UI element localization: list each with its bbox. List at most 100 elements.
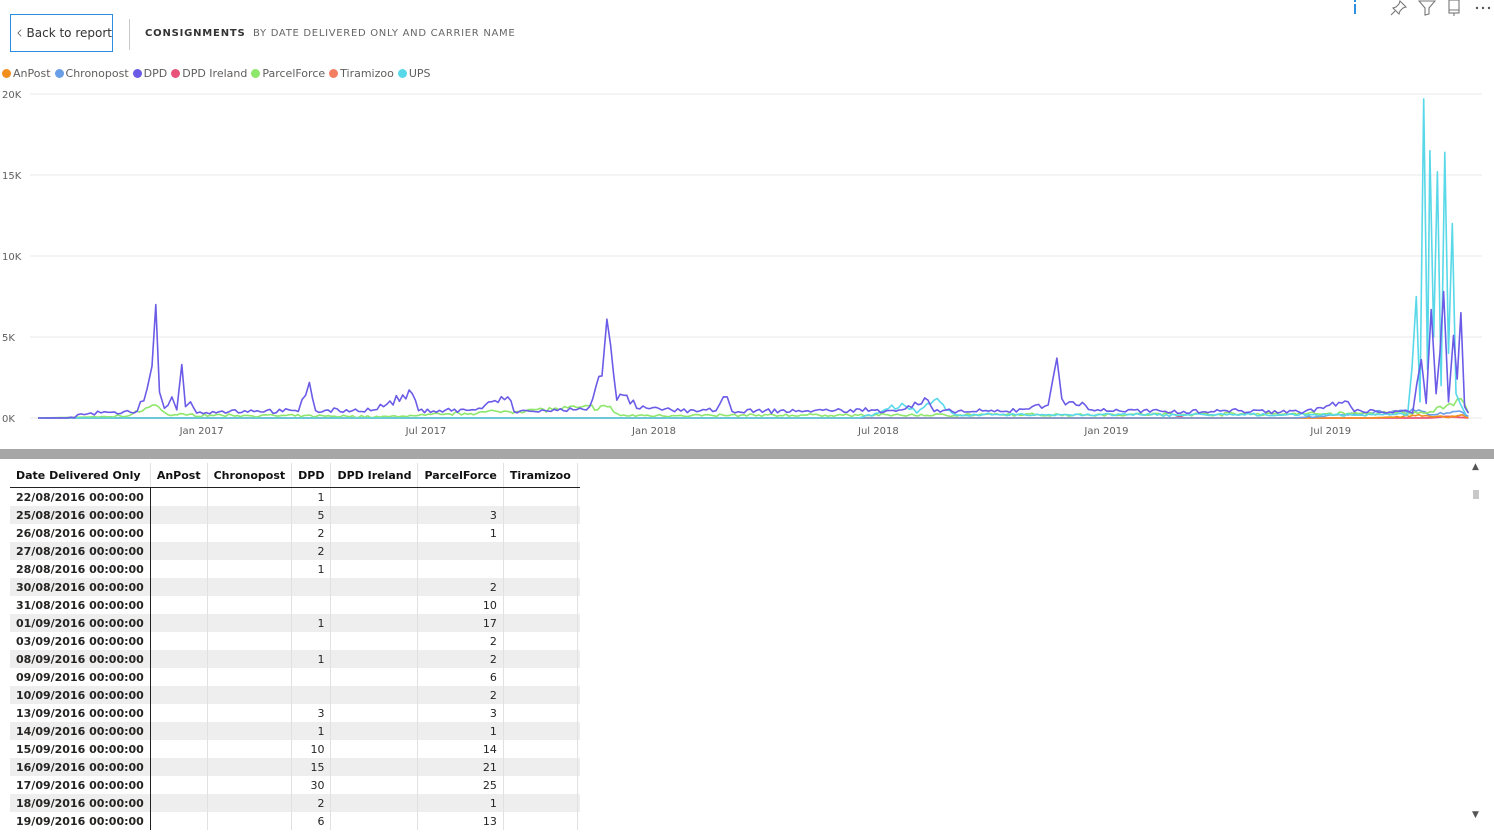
back-to-report-label: Back to report xyxy=(26,26,112,40)
value-cell: 1 xyxy=(291,722,332,740)
x-tick-label: Jul 2019 xyxy=(1309,426,1351,437)
value-cell xyxy=(330,487,419,506)
legend-item-dpd-ireland[interactable]: DPD Ireland xyxy=(171,67,247,80)
value-cell xyxy=(577,560,580,578)
value-cell xyxy=(330,758,419,776)
value-cell xyxy=(150,758,208,776)
value-cell xyxy=(330,812,419,830)
legend-marker xyxy=(2,68,11,78)
value-cell xyxy=(417,487,504,506)
column-header[interactable]: ParcelForce xyxy=(417,463,504,488)
value-cell xyxy=(503,722,578,740)
legend-item-dpd[interactable]: DPD xyxy=(132,67,167,80)
value-cell: 21 xyxy=(417,758,504,776)
value-cell xyxy=(503,812,578,830)
scroll-up-icon[interactable]: ▲ xyxy=(1472,463,1479,472)
column-header[interactable]: UPS xyxy=(577,463,580,488)
table-row: 14/09/2016 00:00:00 1 1 xyxy=(10,722,580,740)
series-line-ups[interactable] xyxy=(38,98,1467,419)
value-cell xyxy=(291,686,332,704)
legend-item-chronopost[interactable]: Chronopost xyxy=(54,66,129,80)
date-cell: 27/08/2016 00:00:00 xyxy=(10,542,151,560)
scroll-down-icon[interactable]: ▼ xyxy=(1472,811,1479,820)
column-header[interactable]: Chronopost xyxy=(207,463,293,488)
column-header[interactable]: Tiramizoo xyxy=(503,463,578,488)
visual-title: CONSIGNMENTS xyxy=(145,28,246,39)
table-scrollbar[interactable]: ▲ ▼ xyxy=(1470,463,1482,829)
value-cell xyxy=(207,506,293,524)
value-cell xyxy=(207,776,293,794)
value-cell xyxy=(577,722,580,740)
more-options-icon[interactable] xyxy=(1474,0,1492,16)
value-cell xyxy=(577,776,580,794)
value-cell xyxy=(330,524,419,542)
legend-item-tiramizoo[interactable]: Tiramizoo xyxy=(329,67,394,80)
y-tick-label: 5K xyxy=(2,333,15,344)
column-header[interactable]: DPD Ireland xyxy=(330,463,419,488)
value-cell xyxy=(577,578,580,596)
visual-subtitle: BY DATE DELIVERED ONLY AND CARRIER NAME xyxy=(253,28,516,39)
scroll-thumb[interactable] xyxy=(1473,490,1479,499)
value-cell xyxy=(150,524,208,542)
value-cell xyxy=(330,704,419,722)
value-cell: 1 xyxy=(291,650,332,668)
value-cell xyxy=(207,668,293,686)
x-axis: Jan 2017 Jul 2017 Jan 2018 Jul 2018 Jan 2019… xyxy=(179,426,1352,437)
value-cell: 30 xyxy=(291,776,332,794)
value-cell: 2 xyxy=(417,650,504,668)
legend-item-ups[interactable]: UPS xyxy=(397,67,431,80)
value-cell: 2 xyxy=(417,632,504,650)
value-cell: 5 xyxy=(291,506,332,524)
column-header[interactable]: DPD xyxy=(291,463,332,488)
value-cell: 13 xyxy=(417,812,504,830)
focus-mode-icon[interactable] xyxy=(1446,0,1464,16)
value-cell: 3 xyxy=(291,704,332,722)
value-cell: 25 xyxy=(417,776,504,794)
value-cell xyxy=(207,578,293,596)
back-to-report-button[interactable]: Back to report xyxy=(10,14,113,52)
date-cell: 16/09/2016 00:00:00 xyxy=(10,758,151,776)
info-icon[interactable] xyxy=(1346,0,1364,16)
legend-item-parcelforce[interactable]: ParcelForce xyxy=(251,67,325,80)
value-cell xyxy=(577,596,580,614)
value-cell xyxy=(291,632,332,650)
value-cell xyxy=(291,668,332,686)
date-cell: 28/08/2016 00:00:00 xyxy=(10,560,151,578)
legend-label: DPD Ireland xyxy=(182,66,248,80)
value-cell: 2 xyxy=(417,578,504,596)
value-cell xyxy=(150,722,208,740)
value-cell xyxy=(577,740,580,758)
date-cell: 22/08/2016 00:00:00 xyxy=(10,487,151,506)
value-cell xyxy=(207,740,293,758)
pin-icon[interactable] xyxy=(1390,0,1408,16)
legend-label: Chronopost xyxy=(65,66,129,80)
filter-icon[interactable] xyxy=(1418,0,1436,16)
column-header[interactable]: Date Delivered Only xyxy=(10,463,151,488)
series-line-dpd[interactable] xyxy=(38,290,1470,419)
value-cell xyxy=(150,704,208,722)
value-cell xyxy=(577,487,580,506)
x-tick-label: Jan 2018 xyxy=(631,426,676,437)
table-row: 28/08/2016 00:00:00 1 xyxy=(10,560,580,578)
value-cell xyxy=(150,542,208,560)
value-cell xyxy=(577,758,580,776)
value-cell xyxy=(577,614,580,632)
legend-label: ParcelForce xyxy=(262,66,326,80)
value-cell xyxy=(207,560,293,578)
value-cell: 3 xyxy=(417,506,504,524)
column-header[interactable]: AnPost xyxy=(150,463,208,488)
legend-item-anpost[interactable]: AnPost xyxy=(2,67,51,80)
date-cell: 01/09/2016 00:00:00 xyxy=(10,614,151,632)
value-cell xyxy=(330,686,419,704)
table-row: 31/08/2016 00:00:00 10 xyxy=(10,596,580,614)
series-line-parcelforce[interactable] xyxy=(37,397,1470,419)
value-cell: 1 xyxy=(417,722,504,740)
value-cell xyxy=(330,560,419,578)
value-cell xyxy=(150,614,208,632)
value-cell xyxy=(577,686,580,704)
data-table: Date Delivered Only AnPost Chronopost DPD DP… xyxy=(10,463,580,835)
table-row: 25/08/2016 00:00:00 5 3 xyxy=(10,506,580,524)
value-cell xyxy=(330,614,419,632)
value-cell: 3 xyxy=(417,704,504,722)
legend-marker xyxy=(171,68,181,78)
